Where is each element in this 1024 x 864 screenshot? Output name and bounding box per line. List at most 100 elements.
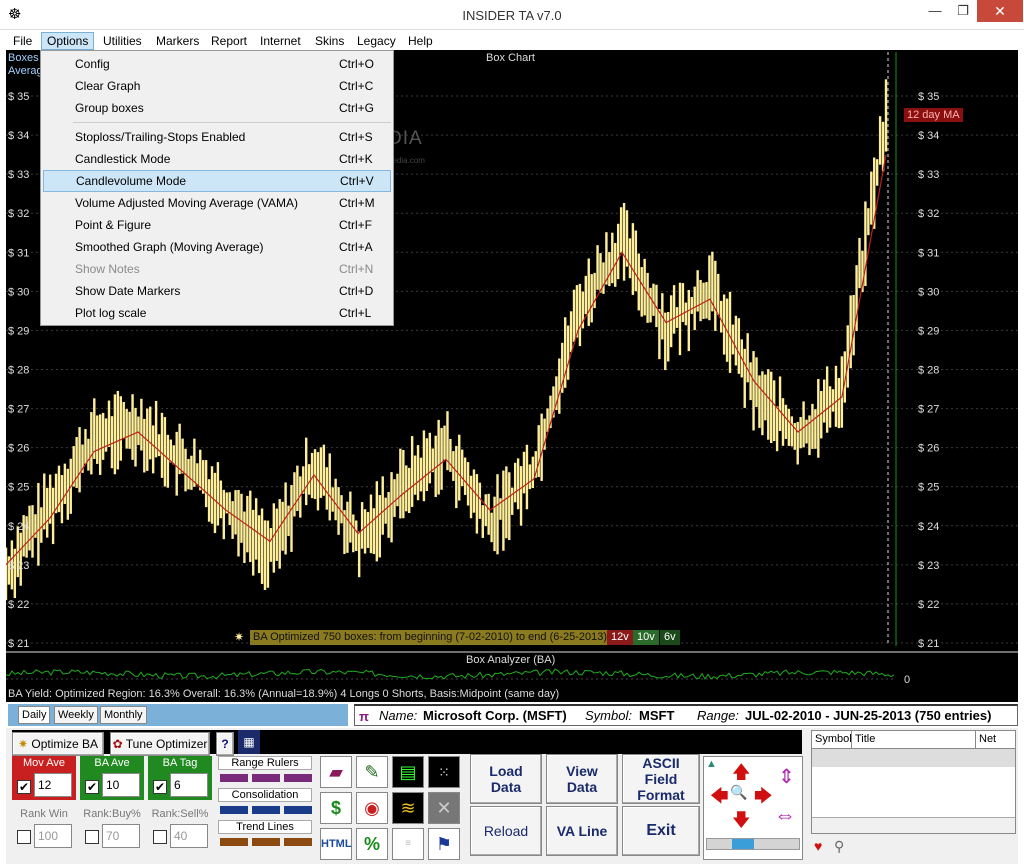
waveform-icon[interactable]: ≋ — [392, 792, 424, 824]
horizontal-stretch-icon[interactable]: ⇔ — [774, 802, 796, 828]
maximize-button[interactable]: ❐ — [948, 0, 978, 22]
va-line-button[interactable]: VA Line — [546, 806, 618, 856]
range-ruler-2[interactable] — [252, 774, 280, 782]
menu-item-log-scale[interactable]: Plot log scale Ctrl+L — [43, 302, 391, 324]
exit-button[interactable]: Exit — [622, 806, 700, 856]
grid-icon[interactable]: ⁙ — [428, 756, 460, 788]
rank-buy-spinner[interactable]: 70 — [102, 824, 140, 848]
reload-button[interactable]: Reload — [470, 806, 542, 856]
zoom-icon[interactable]: 🔍 — [730, 784, 748, 804]
close-button[interactable]: ✕ — [977, 0, 1023, 22]
rank-sell-spinner[interactable]: 40 — [170, 824, 208, 848]
arrow-right-icon[interactable]: 🡆 — [754, 784, 773, 814]
menu-utilities[interactable]: Utilities — [98, 32, 147, 50]
mov-ave-checkbox[interactable]: ✔ — [17, 780, 31, 794]
telescope-icon[interactable]: ⚲ — [834, 838, 844, 855]
menu-item-vama[interactable]: Volume Adjusted Moving Average (VAMA) Ctr… — [43, 192, 391, 214]
candle-bar — [275, 508, 278, 561]
consolidation-2[interactable] — [252, 806, 280, 814]
candle-bar — [393, 479, 396, 517]
html-icon[interactable]: HTML — [320, 828, 352, 860]
candle-bar — [743, 348, 746, 408]
candle-bar — [213, 472, 217, 534]
analyzer-title: Box Analyzer (BA) — [466, 654, 556, 666]
calc-icon[interactable]: ▦ — [238, 730, 260, 754]
scrollbar-thumb[interactable] — [732, 839, 754, 849]
tab-daily[interactable]: Daily — [18, 706, 51, 724]
menu-legacy[interactable]: Legacy — [352, 32, 401, 50]
menu-markers[interactable]: Markers — [151, 32, 204, 50]
arrow-left-icon[interactable]: 🡄 — [710, 784, 729, 814]
ascii-format-button[interactable]: ASCII Field Format — [622, 754, 700, 804]
rank-sell-checkbox[interactable] — [153, 830, 167, 844]
rank-win-checkbox[interactable] — [17, 830, 31, 844]
arrow-down-icon[interactable]: 🡇 — [732, 808, 751, 838]
view-data-button[interactable]: View Data — [546, 754, 618, 804]
candle-bar — [384, 497, 387, 524]
ba-ave-spinner[interactable]: 10 — [102, 773, 140, 797]
menu-item-clear-graph[interactable]: Clear Graph Ctrl+C — [43, 75, 391, 97]
candle-bar — [525, 444, 529, 510]
flag-calendar-icon[interactable]: ⚑ — [428, 828, 460, 860]
range-ruler-3[interactable] — [284, 774, 312, 782]
consolidation-3[interactable] — [284, 806, 312, 814]
menu-item-group-boxes[interactable]: Group boxes Ctrl+G — [43, 97, 391, 119]
rank-win-spinner[interactable]: 100 — [34, 824, 72, 848]
scroll-top-icon[interactable]: ▲ — [706, 758, 717, 770]
optimize-ba-button[interactable]: ✷ Optimize BA — [12, 732, 104, 756]
trend-line-2[interactable] — [252, 838, 280, 846]
rank-buy-checkbox[interactable] — [85, 830, 99, 844]
rank-win-label: Rank Win — [20, 808, 68, 820]
view-data-label: View Data — [566, 763, 598, 795]
menu-item-smoothed-graph[interactable]: Smoothed Graph (Moving Average) Ctrl+A — [43, 236, 391, 258]
circuit-icon[interactable]: ▤ — [392, 756, 424, 788]
target-icon[interactable]: ◉ — [356, 792, 388, 824]
percent-icon[interactable]: % — [356, 828, 388, 860]
load-data-button[interactable]: Load Data — [470, 754, 542, 804]
tab-monthly[interactable]: Monthly — [100, 706, 147, 724]
tab-weekly[interactable]: Weekly — [54, 706, 98, 724]
menu-item-candlevolume[interactable]: Candlevolume Mode Ctrl+V — [43, 170, 391, 192]
col-net[interactable]: Net — [976, 731, 1015, 749]
range-ruler-1[interactable] — [220, 774, 248, 782]
candle-bar — [569, 311, 573, 353]
menu-item-candlestick[interactable]: Candlestick Mode Ctrl+K — [43, 148, 391, 170]
menu-report[interactable]: Report — [206, 32, 252, 50]
candle-bar — [878, 116, 882, 165]
col-title[interactable]: Title — [852, 731, 976, 749]
minimize-button[interactable]: — — [920, 0, 950, 22]
tools-icon[interactable]: ✎ — [356, 756, 388, 788]
menu-help[interactable]: Help — [403, 32, 438, 50]
trend-line-1[interactable] — [220, 838, 248, 846]
menu-item-date-markers[interactable]: Show Date Markers Ctrl+D — [43, 280, 391, 302]
menu-item-stoploss[interactable]: Stoploss/Trailing-Stops Enabled Ctrl+S — [43, 126, 391, 148]
menu-internet[interactable]: Internet — [255, 32, 306, 50]
menu-item-label: Plot log scale — [75, 306, 147, 320]
consolidation-1[interactable] — [220, 806, 248, 814]
notes-icon[interactable]: ≡ — [392, 828, 424, 860]
ba-ave-checkbox[interactable]: ✔ — [85, 780, 99, 794]
tune-optimizer-button[interactable]: ✿ Tune Optimizer — [110, 732, 210, 756]
ba-tag-checkbox[interactable]: ✔ — [153, 780, 167, 794]
col-symbol[interactable]: Symbol — [812, 731, 852, 749]
candle-bar — [78, 427, 81, 493]
table-row[interactable] — [812, 749, 1015, 767]
ba-tag-spinner[interactable]: 6 — [170, 773, 208, 797]
disabled-x-icon[interactable]: ✕ — [428, 792, 460, 824]
dollar-icon[interactable]: $ — [320, 792, 352, 824]
table-hscroll[interactable] — [812, 817, 1015, 833]
menu-item-config[interactable]: Config Ctrl+O — [43, 53, 391, 75]
menu-separator — [73, 122, 391, 123]
book-icon[interactable]: ▰ — [320, 756, 352, 788]
menu-item-point-figure[interactable]: Point & Figure Ctrl+F — [43, 214, 391, 236]
candle-bar — [40, 507, 43, 543]
menu-skins[interactable]: Skins — [310, 32, 349, 50]
trend-line-3[interactable] — [284, 838, 312, 846]
help-button[interactable]: ? — [216, 732, 234, 756]
menu-options[interactable]: Options — [41, 32, 95, 50]
heart-icon[interactable]: ♥ — [814, 838, 822, 854]
candle-bar — [334, 478, 337, 521]
menu-file[interactable]: File — [8, 32, 37, 50]
vertical-stretch-icon[interactable]: ⇕ — [778, 764, 795, 789]
mov-ave-spinner[interactable]: 12 — [34, 773, 72, 797]
